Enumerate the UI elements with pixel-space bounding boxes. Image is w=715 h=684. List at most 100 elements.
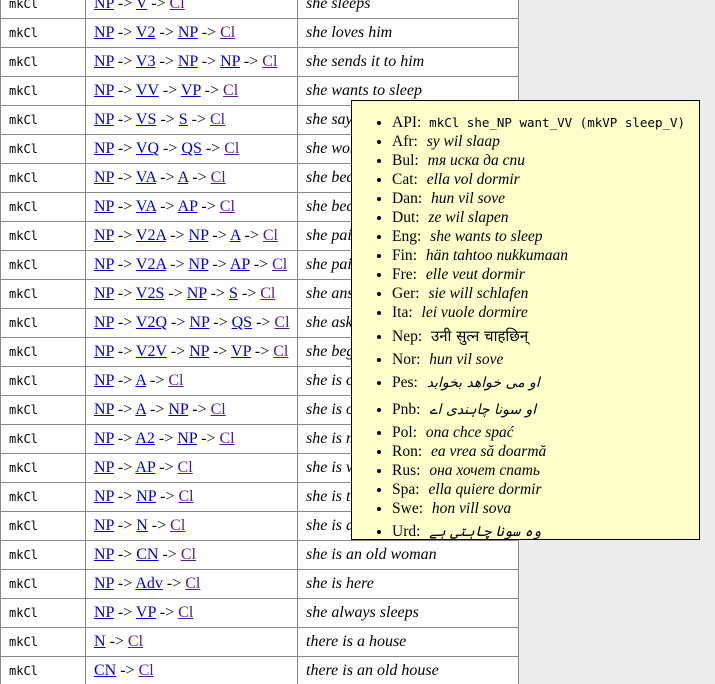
category-link[interactable]: QS xyxy=(232,314,252,331)
category-link[interactable]: QS xyxy=(181,140,201,157)
category-link[interactable]: VA xyxy=(136,198,156,215)
category-link[interactable]: Cl xyxy=(272,256,287,273)
language-code-label: Urd xyxy=(392,523,420,540)
category-link[interactable]: Adv xyxy=(135,575,163,592)
category-link[interactable]: NP xyxy=(94,546,114,563)
category-link[interactable]: NP xyxy=(136,488,156,505)
category-link[interactable]: NP xyxy=(94,0,114,12)
rule-cell: NP -> VQ -> QS -> Cl xyxy=(86,135,298,164)
category-link[interactable]: Cl xyxy=(224,140,239,157)
category-link[interactable]: Cl xyxy=(274,314,289,331)
category-link[interactable]: Cl xyxy=(260,285,275,302)
category-link[interactable]: VP xyxy=(181,82,201,99)
category-link[interactable]: Cl xyxy=(219,430,234,447)
category-link[interactable]: N xyxy=(94,633,106,650)
category-link[interactable]: A xyxy=(178,169,189,186)
category-link[interactable]: Cl xyxy=(181,546,196,563)
rule-arrow: -> xyxy=(155,24,177,41)
category-link[interactable]: NP xyxy=(168,401,188,418)
category-link[interactable]: VQ xyxy=(136,140,159,157)
category-link[interactable]: V3 xyxy=(136,53,156,70)
category-link[interactable]: Cl xyxy=(178,604,193,621)
category-link[interactable]: CN xyxy=(94,662,116,679)
category-link[interactable]: CN xyxy=(136,546,158,563)
category-link[interactable]: Cl xyxy=(211,169,226,186)
category-link[interactable]: Cl xyxy=(170,517,185,534)
category-link[interactable]: NP xyxy=(94,53,114,70)
category-link[interactable]: NP xyxy=(94,430,114,447)
category-link[interactable]: VS xyxy=(136,111,156,128)
category-link[interactable]: NP xyxy=(94,314,114,331)
category-link[interactable]: Cl xyxy=(139,662,154,679)
category-link[interactable]: V2 xyxy=(136,24,156,41)
category-link[interactable]: NP xyxy=(94,575,114,592)
rule-arrow: -> xyxy=(155,53,177,70)
category-link[interactable]: A xyxy=(135,401,146,418)
category-link[interactable]: Cl xyxy=(220,198,235,215)
category-link[interactable]: V2Q xyxy=(136,314,167,331)
category-link[interactable]: VP xyxy=(231,343,251,360)
category-link[interactable]: Cl xyxy=(185,575,200,592)
category-link[interactable]: NP xyxy=(189,227,209,244)
function-name: mkCl xyxy=(9,461,38,475)
category-link[interactable]: N xyxy=(136,517,148,534)
category-link[interactable]: Cl xyxy=(178,459,193,476)
category-link[interactable]: NP xyxy=(94,256,114,273)
category-link[interactable]: Cl xyxy=(178,488,193,505)
category-link[interactable]: NP xyxy=(94,285,114,302)
category-link[interactable]: NP xyxy=(94,82,114,99)
category-link[interactable]: NP xyxy=(94,198,114,215)
category-link[interactable]: Cl xyxy=(220,24,235,41)
category-link[interactable]: A2 xyxy=(135,430,155,447)
category-link[interactable]: NP xyxy=(220,53,240,70)
category-link[interactable]: Cl xyxy=(273,343,288,360)
category-link[interactable]: Cl xyxy=(211,401,226,418)
category-link[interactable]: NP xyxy=(94,488,114,505)
category-link[interactable]: NP xyxy=(94,24,114,41)
category-link[interactable]: Cl xyxy=(263,227,278,244)
category-link[interactable]: Cl xyxy=(168,372,183,389)
category-link[interactable]: AP xyxy=(135,459,155,476)
function-cell: mkCl xyxy=(1,367,86,396)
category-link[interactable]: S xyxy=(229,285,238,302)
category-link[interactable]: NP xyxy=(94,343,114,360)
category-link[interactable]: A xyxy=(230,227,241,244)
category-link[interactable]: NP xyxy=(94,401,114,418)
category-link[interactable]: NP xyxy=(177,430,197,447)
language-code-label: Swe xyxy=(392,500,423,517)
category-link[interactable]: Cl xyxy=(170,0,185,12)
category-link[interactable]: NP xyxy=(94,169,114,186)
category-link[interactable]: Cl xyxy=(128,633,143,650)
category-link[interactable]: V2V xyxy=(136,343,167,360)
category-link[interactable]: NP xyxy=(94,111,114,128)
category-link[interactable]: AP xyxy=(230,256,250,273)
category-link[interactable]: NP xyxy=(94,140,114,157)
category-link[interactable]: V2S xyxy=(136,285,164,302)
category-link[interactable]: Cl xyxy=(210,111,225,128)
category-link[interactable]: NP xyxy=(189,314,209,331)
category-link[interactable]: S xyxy=(179,111,188,128)
category-link[interactable]: NP xyxy=(187,285,207,302)
category-link[interactable]: V xyxy=(136,0,147,12)
category-link[interactable]: NP xyxy=(189,256,209,273)
category-link[interactable]: Cl xyxy=(223,82,238,99)
category-link[interactable]: NP xyxy=(94,372,114,389)
category-link[interactable]: NP xyxy=(94,604,114,621)
category-link[interactable]: A xyxy=(135,372,146,389)
example-sentence: she is an old woman xyxy=(306,546,437,563)
category-link[interactable]: NP xyxy=(178,53,198,70)
category-link[interactable]: VA xyxy=(136,169,156,186)
rule-arrow: -> xyxy=(208,256,229,273)
category-link[interactable]: VV xyxy=(136,82,159,99)
category-link[interactable]: NP xyxy=(178,24,198,41)
category-link[interactable]: NP xyxy=(189,343,209,360)
category-link[interactable]: AP xyxy=(178,198,198,215)
category-link[interactable]: NP xyxy=(94,459,114,476)
category-link[interactable]: NP xyxy=(94,517,114,534)
category-link[interactable]: VP xyxy=(136,604,156,621)
category-link[interactable]: NP xyxy=(94,227,114,244)
category-link[interactable]: V2A xyxy=(136,256,166,273)
category-link[interactable]: V2A xyxy=(136,227,166,244)
category-link[interactable]: Cl xyxy=(262,53,277,70)
function-name: mkCl xyxy=(9,171,38,185)
